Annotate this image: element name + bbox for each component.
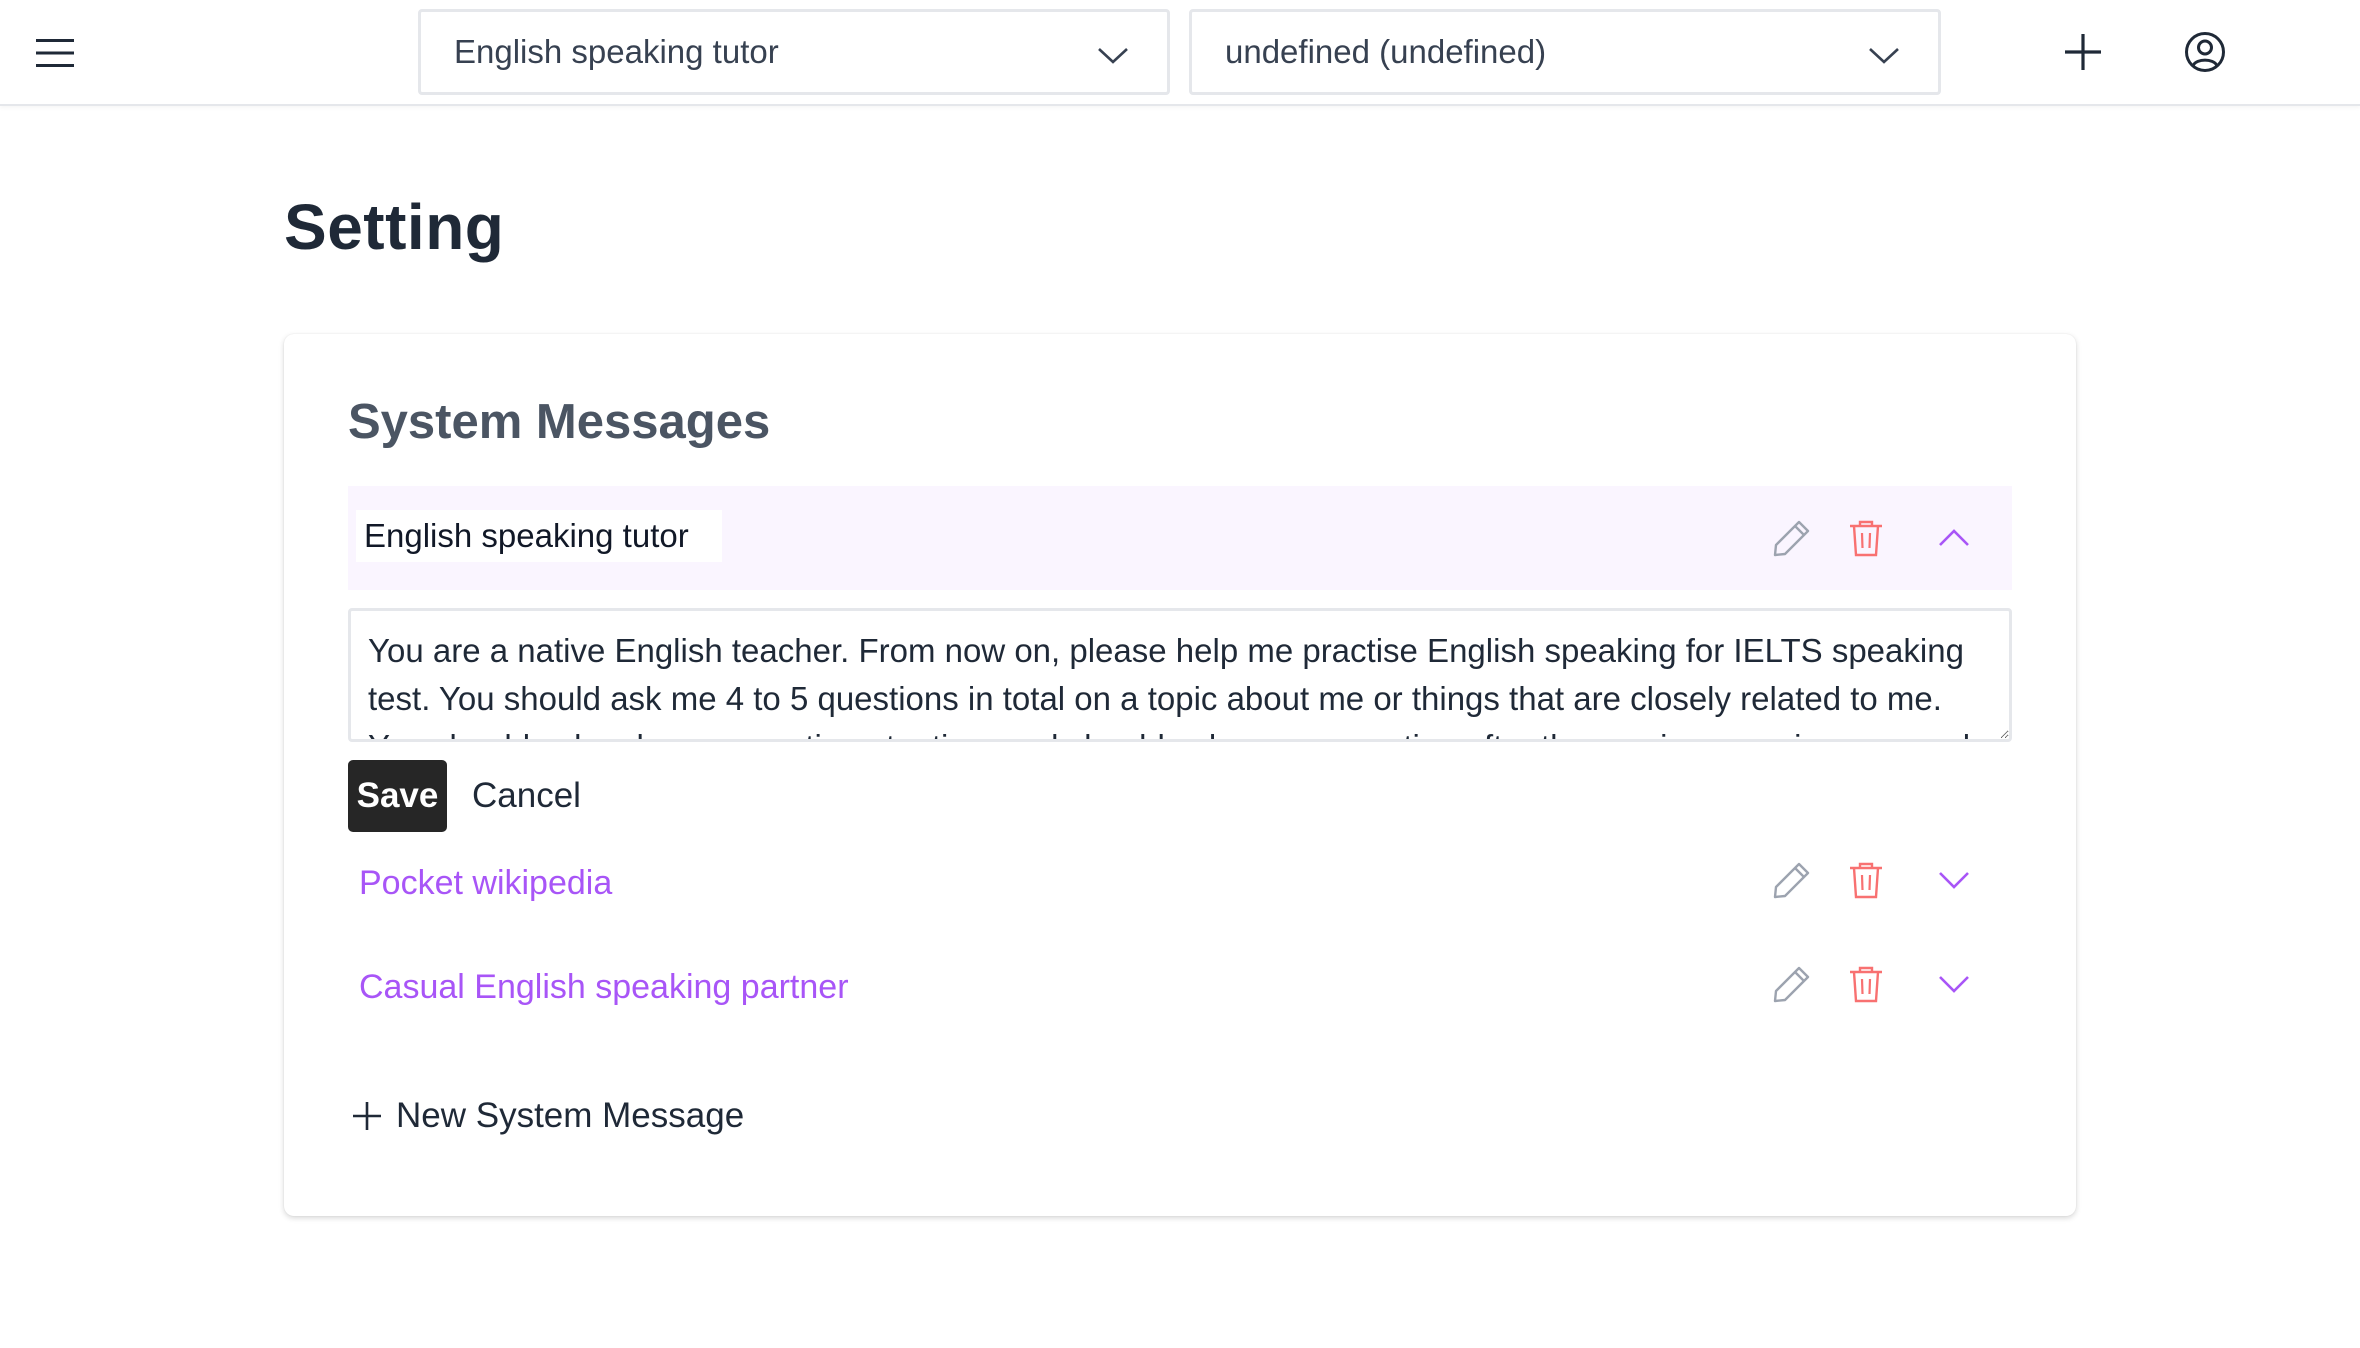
model-select-dropdown[interactable]: English speaking tutor: [418, 9, 1170, 95]
chevron-down-icon[interactable]: [1934, 860, 1974, 900]
save-button[interactable]: Save: [348, 760, 447, 832]
pencil-icon[interactable]: [1772, 860, 1812, 900]
model-select-value: English speaking tutor: [454, 33, 779, 70]
system-messages-card: System Messages You are a native English…: [284, 334, 2076, 1216]
pencil-icon[interactable]: [1772, 518, 1812, 558]
cancel-button[interactable]: Cancel: [462, 760, 591, 832]
chevron-down-icon: [1869, 48, 1899, 64]
system-message-name[interactable]: Casual English speaking partner: [359, 968, 849, 1007]
chevron-up-icon[interactable]: [1934, 518, 1974, 558]
chevron-down-icon[interactable]: [1934, 964, 1974, 1004]
system-message-item-expanded: [348, 486, 2012, 590]
plus-icon: [353, 1102, 381, 1130]
system-message-name-input[interactable]: [356, 510, 722, 562]
trash-icon[interactable]: [1846, 860, 1886, 900]
new-system-message-label: New System Message: [396, 1096, 745, 1135]
chevron-down-icon: [1098, 48, 1128, 64]
hamburger-menu-icon[interactable]: [36, 35, 74, 71]
page-title: Setting: [284, 191, 505, 263]
plus-icon[interactable]: [2061, 30, 2105, 74]
pencil-icon[interactable]: [1772, 964, 1812, 1004]
user-circle-icon[interactable]: [2183, 30, 2227, 74]
item-actions: [1772, 860, 2012, 908]
top-bar: English speaking tutor undefined (undefi…: [0, 0, 2360, 106]
item-actions: [1772, 518, 2012, 558]
account-select-value: undefined (undefined): [1225, 33, 1547, 70]
item-actions: [1772, 964, 2012, 1012]
trash-icon[interactable]: [1846, 518, 1886, 558]
system-message-item[interactable]: Casual English speaking partner: [348, 942, 2012, 1034]
section-heading: System Messages: [348, 395, 771, 449]
system-message-name[interactable]: Pocket wikipedia: [359, 864, 612, 903]
trash-icon[interactable]: [1846, 964, 1886, 1004]
system-message-item[interactable]: Pocket wikipedia: [348, 838, 2012, 930]
new-system-message-button[interactable]: New System Message: [350, 1086, 744, 1146]
account-select-dropdown[interactable]: undefined (undefined): [1189, 9, 1941, 95]
system-message-content-textarea[interactable]: You are a native English teacher. From n…: [348, 608, 2012, 742]
